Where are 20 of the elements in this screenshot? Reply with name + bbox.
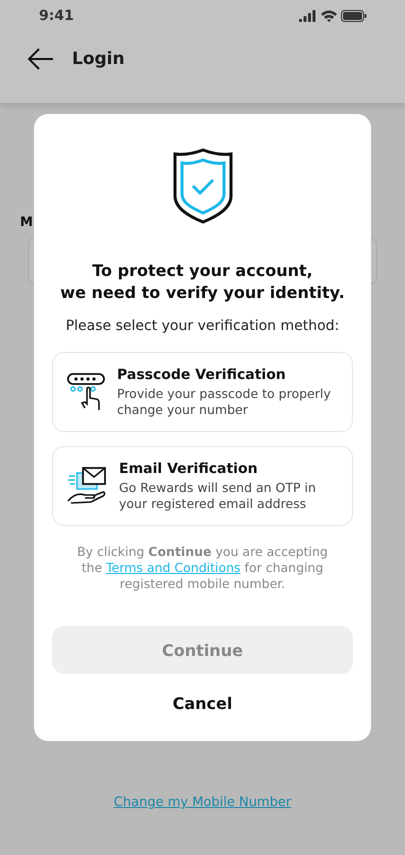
option-description: Provide your passcode to properly change your number — [117, 386, 332, 418]
screen-title: Login — [72, 49, 125, 69]
cancel-button[interactable]: Cancel — [152, 684, 252, 723]
wifi-icon — [321, 10, 337, 22]
signal-icon — [299, 10, 317, 22]
status-time: 9:41 — [39, 8, 74, 24]
verification-option[interactable]: Email Verification Go Rewards will send an OTP in your registered email address — [52, 446, 353, 526]
option-title: Passcode Verification — [117, 366, 287, 382]
verification-option[interactable]: Passcode Verification Provide your passcode to properly change your number — [52, 352, 353, 432]
shield-check-icon — [172, 148, 234, 224]
consent-text: By clicking Continue you are accepting the Terms and Conditions for changing registered mobile number. — [76, 544, 329, 592]
battery-icon — [341, 10, 367, 22]
back-arrow-icon[interactable] — [28, 48, 54, 70]
envelope-hand-icon — [67, 467, 107, 505]
dialog-title: To protect your account, we need to verify your identity. — [60, 260, 345, 304]
option-title: Email Verification — [119, 460, 259, 476]
dialog-subtitle: Please select your verification method: — [66, 318, 340, 334]
option-description: Go Rewards will send an OTP in your registered email address — [119, 480, 317, 512]
pin-keypad-icon — [67, 372, 105, 412]
field-label: M — [20, 215, 33, 230]
